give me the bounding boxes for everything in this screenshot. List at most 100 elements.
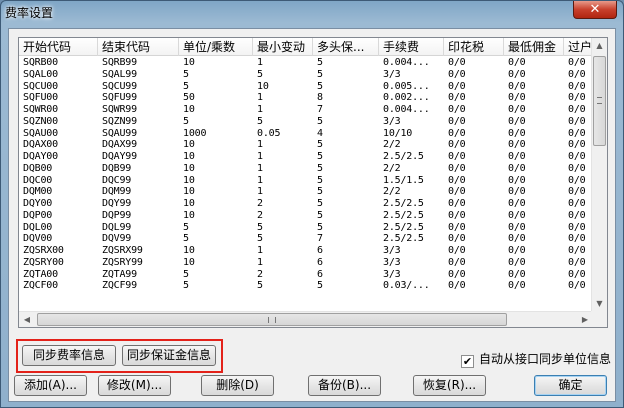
table-cell: 5 bbox=[317, 80, 323, 92]
table-cell: 8 bbox=[317, 92, 323, 104]
table-row[interactable]: DQB00 DQB99 10 1 5 2/2 0/0 0/0 0/0 bbox=[19, 163, 593, 175]
column-header[interactable]: 最低佣金 bbox=[504, 38, 564, 56]
table-row[interactable]: DQM00 DQM99 10 1 5 2/2 0/0 0/0 0/0 bbox=[19, 186, 593, 198]
table-row[interactable]: SQAL00 SQAL99 5 5 5 3/3 0/0 0/0 0/0 bbox=[19, 69, 593, 81]
table-cell: 3/3 bbox=[383, 256, 401, 268]
table-cell: 0/0 bbox=[568, 198, 586, 209]
table-cell: 0/0 bbox=[568, 209, 586, 221]
table-cell: 5 bbox=[317, 139, 323, 151]
delete-button[interactable]: 删除(D) bbox=[201, 375, 274, 396]
sync-margin-button[interactable]: 同步保证金信息 bbox=[122, 345, 216, 366]
table-cell: 10 bbox=[183, 57, 195, 68]
table-cell: 5 bbox=[317, 280, 323, 292]
column-header[interactable]: 单位/乘数 bbox=[179, 38, 253, 56]
table-cell: 2.5/2.5 bbox=[383, 198, 424, 209]
table-row[interactable]: SQCU00 SQCU99 5 10 5 0.005... 0/0 0/0 0/0 bbox=[19, 81, 593, 93]
table-row[interactable]: SQWR00 SQWR99 10 1 7 0.004... 0/0 0/0 0/0 bbox=[19, 104, 593, 116]
table-cell: 50 bbox=[183, 92, 195, 104]
horizontal-scroll-thumb[interactable] bbox=[37, 313, 507, 326]
table-cell: DQL99 bbox=[102, 221, 132, 233]
scroll-up-icon[interactable]: ▲ bbox=[592, 38, 607, 54]
table-cell: 0/0 bbox=[568, 139, 586, 151]
table-cell: 3/3 bbox=[383, 245, 401, 256]
table-row[interactable]: ZQSRX00 ZQSRX99 10 1 6 3/3 0/0 0/0 0/0 bbox=[19, 245, 593, 257]
table-cell: 5 bbox=[257, 233, 263, 245]
table-row[interactable]: DQL00 DQL99 5 5 5 2.5/2.5 0/0 0/0 0/0 bbox=[19, 222, 593, 234]
table-cell: 5 bbox=[183, 280, 189, 292]
table-cell: 0/0 bbox=[568, 186, 586, 198]
checkbox-check-icon[interactable]: ✔ bbox=[461, 355, 474, 368]
table-row[interactable]: SQRB00 SQRB99 10 1 5 0.004... 0/0 0/0 0/0 bbox=[19, 57, 593, 69]
table-row[interactable]: DQAX00 DQAX99 10 1 5 2/2 0/0 0/0 0/0 bbox=[19, 139, 593, 151]
vertical-scrollbar[interactable]: ▲ ▼ bbox=[591, 38, 607, 312]
column-header[interactable]: 印花税 bbox=[444, 38, 504, 56]
table-cell: 10 bbox=[183, 104, 195, 115]
table-cell: 1 bbox=[257, 256, 263, 268]
table-cell: 10 bbox=[183, 139, 195, 151]
table-row[interactable]: ZQTA00 ZQTA99 5 2 6 3/3 0/0 0/0 0/0 bbox=[19, 269, 593, 281]
table-cell: 2 bbox=[257, 209, 263, 221]
column-header[interactable]: 结束代码 bbox=[98, 38, 179, 56]
table-header: 开始代码结束代码单位/乘数最小变动多头保...手续费印花税最低佣金过户费 bbox=[19, 38, 593, 56]
table-cell: 10 bbox=[183, 209, 195, 221]
column-header[interactable]: 手续费 bbox=[379, 38, 444, 56]
table-cell: 5 bbox=[257, 221, 263, 233]
table-cell: 0/0 bbox=[448, 280, 466, 292]
horizontal-scrollbar[interactable]: ◀ ▶ bbox=[19, 311, 593, 327]
table-cell: 1000 bbox=[183, 127, 207, 139]
table-cell: DQM00 bbox=[23, 186, 53, 198]
table-cell: 1 bbox=[257, 139, 263, 151]
column-header[interactable]: 多头保... bbox=[313, 38, 379, 56]
auto-sync-checkbox[interactable]: ✔ 自动从接口同步单位信息 bbox=[461, 351, 611, 368]
close-button[interactable]: ✕ bbox=[573, 1, 617, 19]
table-cell: 0/0 bbox=[448, 57, 466, 68]
table-cell: 0.002... bbox=[383, 92, 430, 104]
table-row[interactable]: SQAU00 SQAU99 1000 0.05 4 10/10 0/0 0/0 0/0 bbox=[19, 128, 593, 140]
table-cell: 0/0 bbox=[508, 139, 526, 151]
table-cell: 5 bbox=[257, 280, 263, 292]
sync-fee-button[interactable]: 同步费率信息 bbox=[22, 345, 116, 366]
table-row[interactable]: DQV00 DQV99 5 5 7 2.5/2.5 0/0 0/0 0/0 bbox=[19, 233, 593, 245]
table-row[interactable]: DQP00 DQP99 10 2 5 2.5/2.5 0/0 0/0 0/0 bbox=[19, 210, 593, 222]
edit-button[interactable]: 修改(M)... bbox=[98, 375, 171, 396]
table-cell: ZQTA99 bbox=[102, 268, 137, 280]
table-cell: 0.03/... bbox=[383, 280, 430, 292]
column-header[interactable]: 过户费 bbox=[564, 38, 593, 56]
title-bar[interactable]: 费率设置 ✕ bbox=[1, 1, 623, 25]
column-header[interactable]: 最小变动 bbox=[253, 38, 313, 56]
table-cell: DQY99 bbox=[102, 198, 132, 209]
table-cell: 2.5/2.5 bbox=[383, 209, 424, 221]
table-cell: SQRB00 bbox=[23, 57, 58, 68]
add-button[interactable]: 添加(A)... bbox=[14, 375, 87, 396]
table-cell: 2 bbox=[257, 268, 263, 280]
table-row[interactable]: DQC00 DQC99 10 1 5 1.5/1.5 0/0 0/0 0/0 bbox=[19, 175, 593, 187]
table-row[interactable]: ZQCF00 ZQCF99 5 5 5 0.03/... 0/0 0/0 0/0 bbox=[19, 280, 593, 292]
backup-button[interactable]: 备份(B)... bbox=[308, 375, 381, 396]
table-row[interactable]: ZQSRY00 ZQSRY99 10 1 6 3/3 0/0 0/0 0/0 bbox=[19, 257, 593, 269]
table-cell: ZQSRX00 bbox=[23, 245, 64, 256]
table-cell: 3/3 bbox=[383, 268, 401, 280]
table-cell: DQV00 bbox=[23, 233, 53, 245]
ok-button[interactable]: 确定 bbox=[534, 375, 607, 396]
table-row[interactable]: DQAY00 DQAY99 10 1 5 2.5/2.5 0/0 0/0 0/0 bbox=[19, 151, 593, 163]
table-row[interactable]: SQFU00 SQFU99 50 1 8 0.002... 0/0 0/0 0/0 bbox=[19, 92, 593, 104]
restore-button[interactable]: 恢复(R)... bbox=[413, 375, 486, 396]
table-cell: 0/0 bbox=[508, 127, 526, 139]
table-cell: 5 bbox=[317, 198, 323, 209]
table-row[interactable]: DQY00 DQY99 10 2 5 2.5/2.5 0/0 0/0 0/0 bbox=[19, 198, 593, 210]
table-cell: 0/0 bbox=[568, 92, 586, 104]
table-cell: 0/0 bbox=[568, 256, 586, 268]
table-row[interactable]: SQZN00 SQZN99 5 5 5 3/3 0/0 0/0 0/0 bbox=[19, 116, 593, 128]
table-cell: 0/0 bbox=[568, 268, 586, 280]
scroll-down-icon[interactable]: ▼ bbox=[592, 296, 607, 312]
table-cell: 2.5/2.5 bbox=[383, 151, 424, 162]
vertical-scroll-thumb[interactable] bbox=[593, 56, 606, 146]
table-cell: 0/0 bbox=[448, 209, 466, 221]
scroll-left-icon[interactable]: ◀ bbox=[19, 312, 35, 328]
table-cell: 0/0 bbox=[508, 233, 526, 245]
table-cell: 0/0 bbox=[448, 268, 466, 280]
table-cell: SQAL00 bbox=[23, 68, 58, 80]
table-cell: 0/0 bbox=[448, 162, 466, 174]
column-header[interactable]: 开始代码 bbox=[19, 38, 98, 56]
table-cell: ZQTA00 bbox=[23, 268, 58, 280]
